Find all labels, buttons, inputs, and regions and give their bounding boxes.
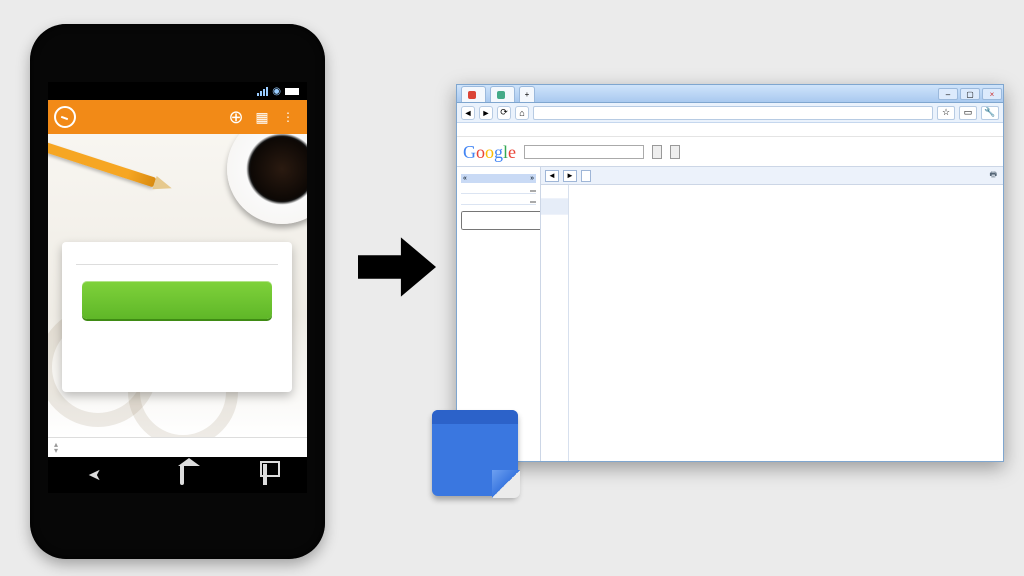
signal-icon	[257, 87, 268, 96]
expand-icon[interactable]: ▴▾	[54, 442, 58, 454]
fwd-nav-button[interactable]: ►	[479, 106, 493, 120]
bookmark-button[interactable]: ☆	[937, 106, 955, 120]
pencil-graphic	[48, 135, 156, 188]
next-week-button[interactable]: ►	[563, 170, 577, 182]
tools-button[interactable]: 🔧	[981, 106, 999, 120]
recent-button[interactable]	[263, 466, 267, 484]
gcal-main: ◄ ► 🖶	[541, 167, 1003, 461]
page-menu-button[interactable]: ▭	[959, 106, 977, 120]
task-subtitle	[76, 258, 278, 265]
home-button[interactable]	[180, 466, 184, 484]
gcal-header: Google	[457, 137, 1003, 167]
phone-screen: ◉ ⊕ ▦ ⋮ ▴▾	[48, 82, 307, 493]
gcal-grid[interactable]	[541, 185, 1003, 461]
google-logo: Google	[463, 142, 516, 161]
coffee-mug-graphic	[227, 134, 307, 224]
url-input[interactable]	[533, 106, 933, 120]
add-icon[interactable]: ⊕	[223, 107, 249, 128]
close-button[interactable]: ×	[982, 88, 1002, 100]
today-button[interactable]	[581, 170, 591, 182]
gcal-controls: ◄ ► 🖶	[541, 167, 1003, 185]
back-button[interactable]: ➤	[88, 465, 101, 485]
mini-prev-icon[interactable]: «	[463, 175, 467, 182]
reload-button[interactable]: ⟳	[497, 106, 511, 120]
search-my-cal-button[interactable]	[652, 145, 662, 159]
android-nav-bar: ➤	[48, 457, 307, 493]
browser-tab[interactable]	[490, 86, 515, 102]
maximize-button[interactable]: ▢	[960, 88, 980, 100]
mini-calendar[interactable]: «»	[461, 174, 536, 183]
arrow-icon	[358, 228, 436, 306]
minimize-button[interactable]: –	[938, 88, 958, 100]
google-calendar-app-icon	[432, 410, 518, 496]
android-status-bar: ◉	[48, 82, 307, 100]
app-body	[48, 134, 307, 437]
add-friend-input[interactable]	[461, 211, 541, 230]
add-calendar-button[interactable]	[530, 190, 536, 192]
print-icon[interactable]: 🖶	[989, 169, 997, 183]
google-topnav	[457, 123, 1003, 137]
task-card[interactable]	[62, 242, 292, 392]
back-nav-button[interactable]: ◄	[461, 106, 475, 120]
mini-next-icon[interactable]: »	[530, 175, 534, 182]
app-logo-icon	[54, 106, 76, 128]
new-tab-button[interactable]: +	[519, 86, 535, 102]
add-calendar-button[interactable]	[530, 201, 536, 203]
home-nav-button[interactable]: ⌂	[515, 106, 529, 120]
prev-week-button[interactable]: ◄	[545, 170, 559, 182]
wifi-icon: ◉	[272, 86, 281, 97]
browser-tab[interactable]	[461, 86, 486, 102]
current-month-row[interactable]: ▴▾	[48, 437, 307, 457]
start-button[interactable]	[82, 281, 272, 319]
overflow-icon[interactable]: ⋮	[275, 110, 301, 124]
search-public-cal-button[interactable]	[670, 145, 680, 159]
browser-titlebar: + – ▢ ×	[457, 85, 1003, 103]
phone-frame: ◉ ⊕ ▦ ⋮ ▴▾	[30, 24, 325, 559]
app-toolbar: ⊕ ▦ ⋮	[48, 100, 307, 134]
battery-icon	[285, 88, 299, 95]
address-bar: ◄ ► ⟳ ⌂ ☆ ▭ 🔧	[457, 103, 1003, 123]
browser-window: + – ▢ × ◄ ► ⟳ ⌂ ☆ ▭ 🔧 Google «»	[456, 84, 1004, 462]
calendar-search-input[interactable]	[524, 145, 644, 159]
calendar-icon[interactable]: ▦	[249, 109, 275, 126]
